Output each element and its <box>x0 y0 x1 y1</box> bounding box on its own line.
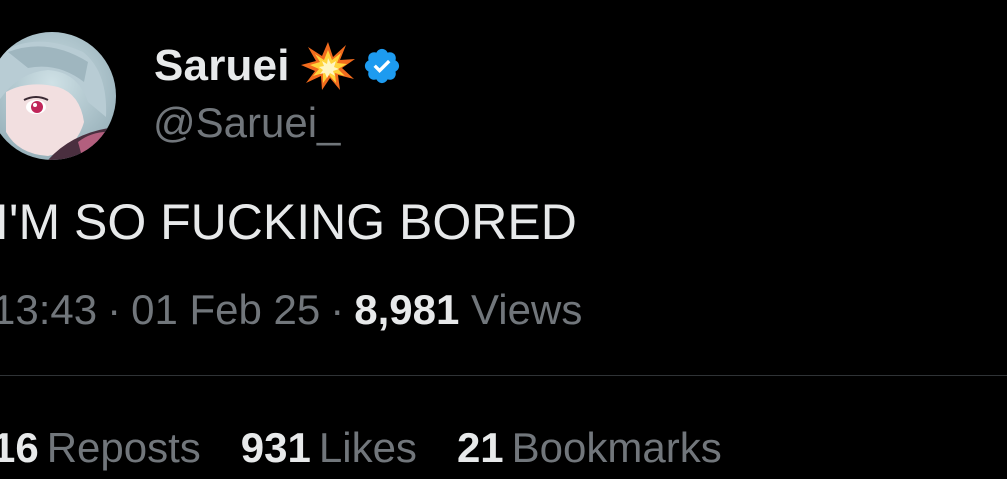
avatar[interactable] <box>0 32 116 160</box>
likes-label: Likes <box>318 424 417 471</box>
collision-emoji-icon <box>300 41 356 91</box>
views-count: 8,981 <box>354 286 460 333</box>
likes-count: 931 <box>240 424 311 471</box>
bookmarks-stat[interactable]: 21 Bookmarks <box>457 420 722 476</box>
tweet-detail: Saruei @Saruei_ I'M SO FUCKING BORED 13:… <box>0 0 1007 479</box>
verified-badge-icon[interactable] <box>362 46 402 86</box>
views-label: Views <box>471 286 583 333</box>
tweet-date[interactable]: 01 Feb 25 <box>131 286 320 333</box>
avatar-image <box>0 32 116 160</box>
divider <box>0 375 1007 376</box>
author-display-name[interactable]: Saruei <box>154 40 290 92</box>
likes-stat[interactable]: 931 Likes <box>241 420 417 476</box>
bookmarks-label: Bookmarks <box>511 424 722 471</box>
bookmarks-count: 21 <box>456 424 504 471</box>
reposts-label: Reposts <box>46 424 201 471</box>
author-handle[interactable]: @Saruei_ <box>153 96 340 150</box>
meta-separator: · <box>330 286 345 333</box>
tweet-meta: 13:43 · 01 Feb 25 · 8,981 Views <box>0 282 582 338</box>
reposts-stat[interactable]: 16 Reposts <box>0 420 201 476</box>
tweet-time[interactable]: 13:43 <box>0 286 97 333</box>
author-name-row[interactable]: Saruei <box>154 40 402 92</box>
meta-separator: · <box>107 286 122 333</box>
engagement-stats: 16 Reposts 931 Likes 21 Bookmarks <box>0 420 722 476</box>
reposts-count: 16 <box>0 424 39 471</box>
tweet-text: I'M SO FUCKING BORED <box>0 194 577 250</box>
